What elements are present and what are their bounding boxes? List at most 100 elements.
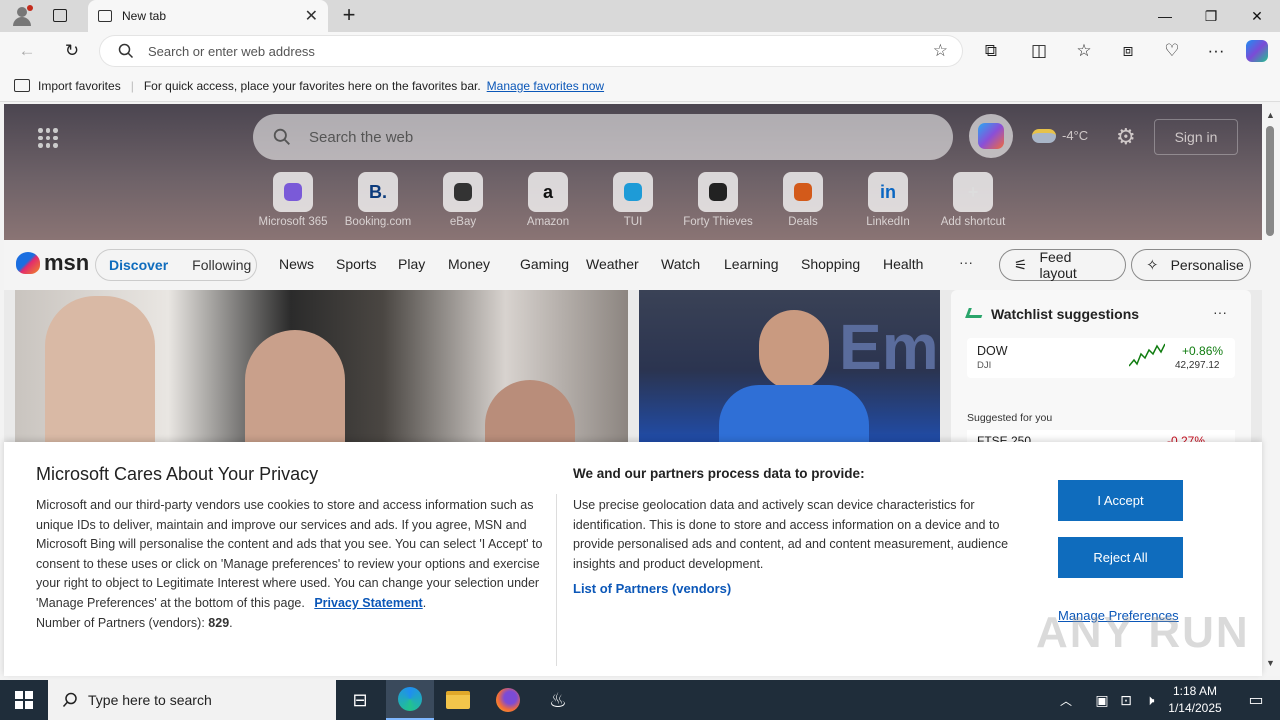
refresh-icon[interactable]: ↻ [61,40,83,62]
extensions-icon[interactable]: ⧉ [980,40,1002,62]
nav-item-learning[interactable]: Learning [724,256,779,272]
stock-row[interactable]: DOW DJI +0.86% 42,297.12 [967,338,1235,378]
app-flame-icon[interactable]: ♨ [534,680,582,720]
news-card-image[interactable] [15,290,628,450]
nav-item-health[interactable]: Health [883,256,923,272]
apps-launcher-icon[interactable] [38,128,58,148]
watchlist-more-icon[interactable]: ··· [1213,304,1227,320]
more-menu-icon[interactable]: ··· [1205,40,1227,62]
shortcut-tile[interactable]: eBay [423,172,503,228]
hero-background: Search the web -4°C ⚙ Sign in Microsoft … [4,104,1262,240]
task-view-icon[interactable]: ⊟ [336,680,384,720]
nav-more-button[interactable]: ··· [959,254,973,270]
feed-layout-button[interactable]: ⚟ Feed layout [999,249,1126,281]
file-explorer-icon[interactable] [434,680,482,720]
privacy-statement-link[interactable]: Privacy Statement [314,596,422,610]
msn-logo[interactable]: msn [16,250,89,276]
profile-icon[interactable] [12,5,33,27]
partners-count: 829 [208,615,230,630]
watchlist-title: Watchlist suggestions [991,306,1140,322]
close-tab-icon[interactable]: ✕ [305,6,318,26]
tab-following[interactable]: Following [192,257,251,273]
web-search-input[interactable]: Search the web [253,114,953,160]
taskbar-search-box[interactable]: Type here to search [48,680,336,720]
stock-value: 42,297.12 [1175,360,1220,371]
shortcut-tile[interactable]: TUI [593,172,673,228]
shortcut-tile[interactable]: in LinkedIn [848,172,928,228]
tray-overflow-icon[interactable]: ︿ [1054,680,1078,720]
sliders-icon: ⚟ [1014,257,1028,274]
nav-item-watch[interactable]: Watch [661,256,700,272]
notifications-icon[interactable]: ▭ [1232,680,1280,720]
page-scrollbar[interactable]: ▲ ▼ [1262,104,1280,676]
amazon-icon: a [528,172,568,212]
sports-card-image[interactable]: Emi [639,290,940,450]
shortcut-label: Add shortcut [940,216,1006,228]
search-icon [273,128,290,145]
data-processing-body: Use precise geolocation data and activel… [573,498,1009,571]
sign-in-button[interactable]: Sign in [1154,119,1238,155]
import-favorites-icon[interactable] [14,79,30,92]
shortcut-tile[interactable]: a Amazon [508,172,588,228]
import-favorites-button[interactable]: Import favorites [38,79,121,93]
suggested-label: Suggested for you [967,412,1053,424]
nav-item-gaming[interactable]: Gaming [520,256,569,272]
shortcut-tile[interactable]: Forty Thieves [678,172,758,228]
tab-actions-icon[interactable] [53,9,67,22]
person-silhouette [245,330,345,450]
favorite-star-icon[interactable]: ☆ [933,41,948,61]
clock[interactable]: 1:18 AM 1/14/2025 [1164,683,1226,717]
reject-all-button[interactable]: Reject All [1058,537,1183,578]
partners-count-label: Number of Partners (vendors): [36,615,205,630]
network-icon[interactable]: ⊡ [1114,680,1138,720]
taskbar: Type here to search ⊟ ♨ ︿ ▣ ⊡ 🕨 1:18 AM … [0,680,1280,720]
title-bar: New tab ✕ + — ❐ ✕ [0,0,1280,32]
weather-cloud-icon [1032,128,1056,143]
settings-gear-icon[interactable]: ⚙ [1116,124,1136,150]
favorites-bar: Import favorites | For quick access, pla… [0,70,1280,102]
tray-device-icon[interactable]: ▣ [1090,680,1114,720]
back-icon[interactable]: ← [16,40,38,62]
restore-button[interactable]: ❐ [1188,0,1234,32]
player-silhouette [759,310,829,390]
split-screen-icon[interactable]: ◫ [1028,40,1050,62]
nav-item-weather[interactable]: Weather [586,256,639,272]
shortcut-tile[interactable]: Deals [763,172,843,228]
edge-icon[interactable] [386,680,434,720]
weather-widget[interactable]: -4°C [1032,128,1088,143]
personalise-button[interactable]: ✧ Personalise [1131,249,1251,281]
new-tab-button[interactable]: + [338,4,360,26]
shortcut-tile[interactable]: B. Booking.com [338,172,418,228]
scroll-up-arrow[interactable]: ▲ [1266,110,1275,120]
performance-icon[interactable]: ♡ [1161,40,1183,62]
nav-item-money[interactable]: Money [448,256,490,272]
shortcut-tile[interactable]: + Add shortcut [933,172,1013,228]
shortcut-tile[interactable]: Microsoft 365 [253,172,333,228]
scroll-down-arrow[interactable]: ▼ [1266,658,1275,668]
favorites-icon[interactable]: ☆ [1073,40,1095,62]
copilot-icon[interactable] [1246,40,1268,62]
copilot-button[interactable] [969,114,1013,158]
accept-button[interactable]: I Accept [1058,480,1183,521]
list-of-partners-link[interactable]: List of Partners (vendors) [573,581,731,596]
collections-icon[interactable]: ⧈ [1117,40,1139,62]
volume-icon[interactable]: 🕨 [1138,680,1162,720]
watermark-logo: ANY RUN [1036,608,1250,657]
windows-start-icon[interactable] [0,680,48,720]
nav-item-sports[interactable]: Sports [336,256,376,272]
nav-item-shopping[interactable]: Shopping [801,256,860,272]
minimize-button[interactable]: — [1142,0,1188,32]
scroll-thumb[interactable] [1266,126,1274,236]
address-bar[interactable]: Search or enter web address ☆ [100,36,962,66]
divider: | [130,78,134,93]
player-shirt [719,385,869,450]
tab-discover[interactable]: Discover [109,257,168,273]
nav-item-play[interactable]: Play [398,256,425,272]
tab-new-tab[interactable]: New tab ✕ [88,0,328,32]
data-processing-title: We and our partners process data to prov… [573,466,865,481]
shortcut-label: eBay [449,216,477,228]
firefox-icon[interactable] [484,680,532,720]
manage-favorites-link[interactable]: Manage favorites now [487,79,604,93]
close-window-button[interactable]: ✕ [1234,0,1280,32]
nav-item-news[interactable]: News [279,256,314,272]
